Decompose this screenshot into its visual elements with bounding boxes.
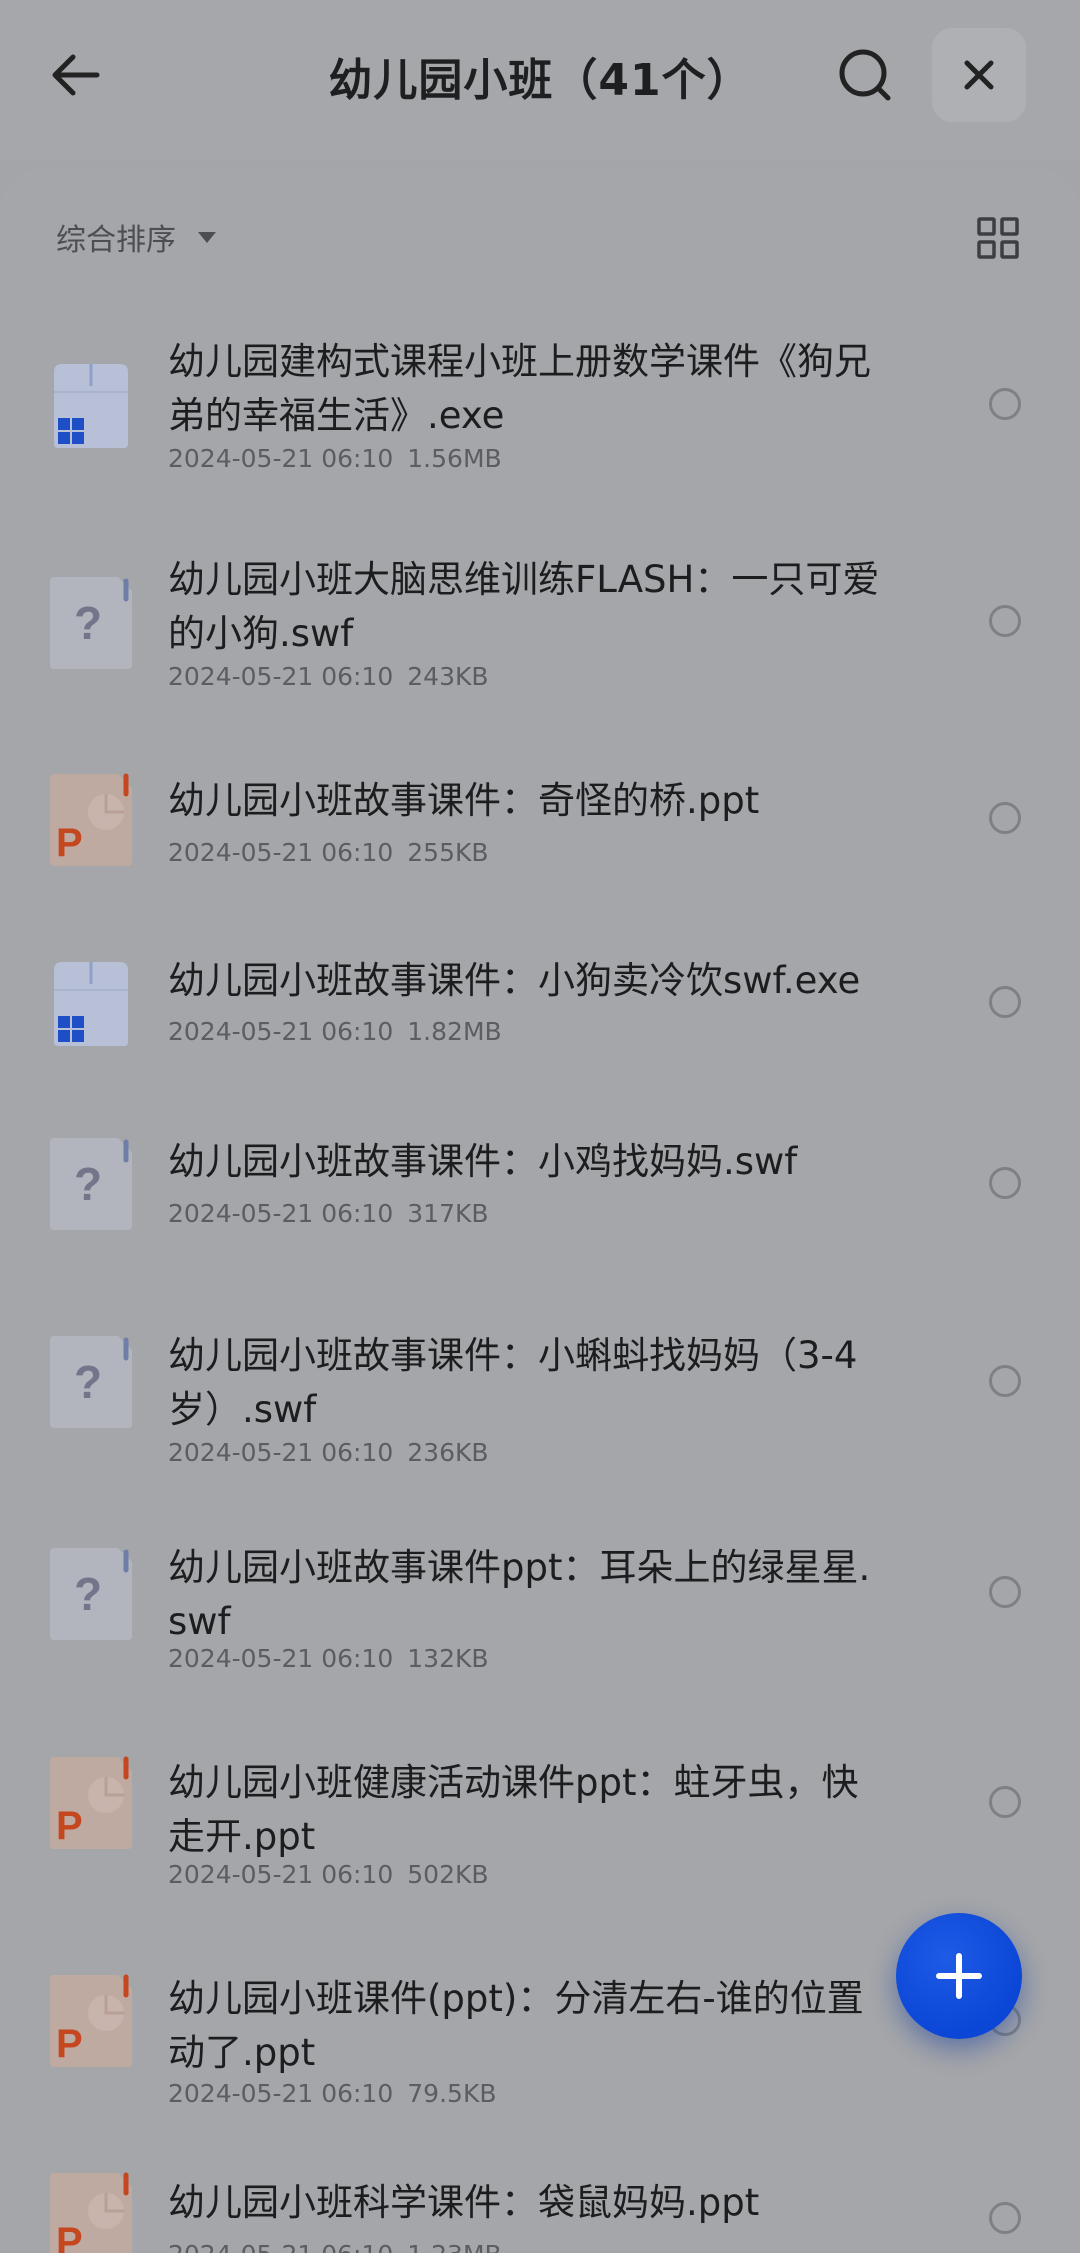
add-button[interactable]: [896, 1913, 1022, 2039]
search-icon: [839, 49, 891, 101]
unknown-file-icon: ?: [48, 1546, 134, 1642]
sort-label: 综合排序: [56, 223, 176, 258]
select-radio[interactable]: [989, 605, 1021, 637]
file-name: 幼儿园小班科学课件：袋鼠妈妈.ppt: [168, 2181, 760, 2224]
svg-text:P: P: [56, 821, 83, 865]
ppt-file-icon: P: [48, 1755, 134, 1851]
file-size: 1.23MB: [407, 2240, 501, 2253]
ppt-file-icon: P: [48, 2171, 134, 2253]
grid-view-icon: [977, 217, 1019, 259]
select-radio[interactable]: [989, 388, 1021, 420]
file-size: 79.5KB: [407, 2079, 497, 2108]
file-name: 幼儿园建构式课程小班上册数学课件《狗兄弟的幸福生活》.exe: [168, 340, 871, 437]
select-radio[interactable]: [989, 802, 1021, 834]
app-root: 幼儿园小班（41个） 综合排序 幼儿园建构式课程小班上册数学课件《狗兄弟的幸福生…: [0, 0, 1080, 2253]
svg-text:?: ?: [74, 1158, 102, 1210]
top-bar: 幼儿园小班（41个）: [0, 0, 1080, 160]
svg-text:?: ?: [74, 597, 102, 649]
file-meta: 2024-05-21 06:10 1.56MB: [168, 444, 502, 473]
file-meta: 2024-05-21 06:10 236KB: [168, 1438, 489, 1467]
file-date: 2024-05-21 06:10: [168, 1199, 394, 1228]
select-radio[interactable]: [989, 1786, 1021, 1818]
file-name: 幼儿园小班健康活动课件ppt：蛀牙虫，快走开.ppt: [168, 1761, 859, 1858]
file-date: 2024-05-21 06:10: [168, 1644, 394, 1673]
search-button[interactable]: [830, 40, 902, 112]
svg-text:P: P: [56, 2022, 83, 2066]
file-date: 2024-05-21 06:10: [168, 1017, 394, 1046]
file-date: 2024-05-21 06:10: [168, 1438, 394, 1467]
file-size: 317KB: [407, 1199, 489, 1228]
file-meta: 2024-05-21 06:10 502KB: [168, 1860, 489, 1889]
exe-file-icon: [48, 956, 134, 1052]
file-name: 幼儿园小班故事课件：奇怪的桥.ppt: [168, 779, 760, 822]
file-name: 幼儿园小班故事课件：小鸡找妈妈.swf: [168, 1140, 798, 1183]
select-radio[interactable]: [989, 986, 1021, 1018]
svg-text:P: P: [56, 2220, 83, 2253]
page-title: 幼儿园小班（41个）: [328, 55, 752, 106]
file-date: 2024-05-21 06:10: [168, 1860, 394, 1889]
unknown-file-icon: ?: [48, 575, 134, 671]
file-name: 幼儿园小班大脑思维训练FLASH：一只可爱的小狗.swf: [168, 558, 880, 655]
file-name: 幼儿园小班故事课件ppt：耳朵上的绿星星.swf: [168, 1546, 871, 1643]
select-radio[interactable]: [989, 2202, 1021, 2234]
file-size: 1.56MB: [407, 444, 502, 473]
file-meta: 2024-05-21 06:10 255KB: [168, 838, 489, 867]
file-date: 2024-05-21 06:10: [168, 838, 394, 867]
file-meta: 2024-05-21 06:10 1.82MB: [168, 1017, 502, 1046]
file-size: 132KB: [407, 1644, 489, 1673]
exe-file-icon: [48, 358, 134, 454]
file-name: 幼儿园小班故事课件：小蝌蚪找妈妈（3-4岁）.swf: [168, 1334, 858, 1431]
file-name: 幼儿园小班故事课件：小狗卖冷饮swf.exe: [168, 959, 861, 1002]
svg-text:?: ?: [74, 1356, 102, 1408]
file-date: 2024-05-21 06:10: [168, 2079, 394, 2108]
svg-text:P: P: [56, 1804, 83, 1848]
file-date: 2024-05-21 06:10: [168, 2240, 393, 2253]
file-size: 243KB: [407, 662, 489, 691]
file-date: 2024-05-21 06:10: [168, 662, 394, 691]
select-radio[interactable]: [989, 1167, 1021, 1199]
select-radio[interactable]: [989, 1365, 1021, 1397]
file-meta: 2024-05-21 06:10 317KB: [168, 1199, 489, 1228]
ppt-file-icon: P: [48, 1973, 134, 2069]
unknown-file-icon: ?: [48, 1136, 134, 1232]
file-meta: 2024-05-21 06:10 132KB: [168, 1644, 489, 1673]
file-size: 1.82MB: [407, 1017, 502, 1046]
svg-text:?: ?: [74, 1568, 102, 1620]
file-meta: 2024-05-21 06:10 79.5KB: [168, 2079, 497, 2108]
file-size: 255KB: [407, 838, 489, 867]
file-meta: 2024-05-21 06:10 1.23MB: [168, 2240, 502, 2253]
close-button[interactable]: [932, 28, 1026, 122]
file-name: 幼儿园小班课件(ppt)：分清左右-谁的位置动了.ppt: [168, 1977, 864, 2074]
plus-icon: [936, 1953, 982, 1999]
grid-view-button[interactable]: [968, 208, 1028, 268]
file-size: 502KB: [407, 1860, 489, 1889]
file-size: 236KB: [407, 1438, 489, 1467]
sort-dropdown[interactable]: 综合排序: [56, 212, 216, 262]
ppt-file-icon: P: [48, 772, 134, 868]
close-icon: [964, 60, 994, 90]
file-date: 2024-05-21 06:10: [168, 444, 394, 473]
unknown-file-icon: ?: [48, 1334, 134, 1430]
file-meta: 2024-05-21 06:10 243KB: [168, 662, 489, 691]
select-radio[interactable]: [989, 1576, 1021, 1608]
caret-down-icon: [198, 231, 216, 243]
